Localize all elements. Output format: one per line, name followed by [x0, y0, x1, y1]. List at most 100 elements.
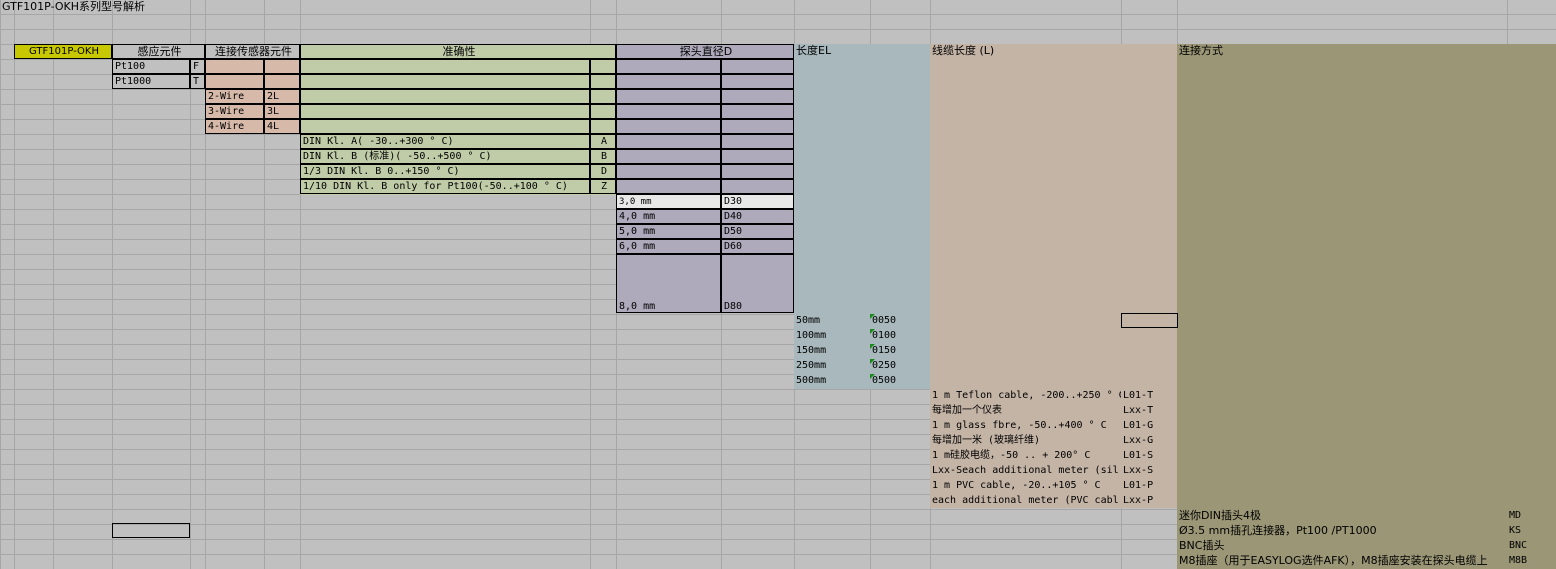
- cable-code[interactable]: L01-P: [1121, 479, 1177, 494]
- diameter-empty[interactable]: [721, 164, 794, 179]
- accuracy-empty[interactable]: [300, 104, 590, 119]
- cable-name[interactable]: 1 m PVC cable, -20..+105 ° C: [930, 479, 1121, 494]
- accuracy-empty[interactable]: [300, 119, 590, 134]
- accuracy-code[interactable]: B: [590, 149, 616, 164]
- accuracy-empty[interactable]: [590, 74, 616, 89]
- cable-name[interactable]: 1 m Teflon cable, -200..+250 ° C: [930, 389, 1121, 404]
- cable-name[interactable]: 每增加一米 (玻璃纤维): [930, 434, 1121, 449]
- accuracy-name[interactable]: 1/10 DIN Kl. B only for Pt100(-50..+100 …: [300, 179, 590, 194]
- diameter-name[interactable]: 4,0 mm: [616, 209, 721, 224]
- wire-code[interactable]: 3L: [264, 104, 300, 119]
- connection-code[interactable]: BNC: [1507, 539, 1556, 554]
- sheet-title[interactable]: GTF101P-OKH系列型号解析: [0, 0, 400, 14]
- diameter-empty[interactable]: [616, 74, 721, 89]
- length-name[interactable]: 50mm: [794, 314, 870, 329]
- accuracy-code[interactable]: D: [590, 164, 616, 179]
- diameter-name[interactable]: 3,0 mm: [616, 194, 721, 209]
- length-name[interactable]: 150mm: [794, 344, 870, 359]
- wire-empty[interactable]: [264, 59, 300, 74]
- length-name[interactable]: 500mm: [794, 374, 870, 389]
- diameter-empty[interactable]: [616, 89, 721, 104]
- cable-name[interactable]: 1 m glass fbre, -50..+400 ° C: [930, 419, 1121, 434]
- sensor-name[interactable]: Pt1000: [112, 74, 190, 89]
- connection-name[interactable]: 迷你DIN插头4极: [1177, 509, 1507, 524]
- wire-name[interactable]: 4-Wire: [205, 119, 264, 134]
- accuracy-name[interactable]: DIN Kl. B (标准)( -50..+500 ° C): [300, 149, 590, 164]
- connection-code[interactable]: M8B: [1507, 554, 1556, 569]
- length-code[interactable]: 0250: [870, 359, 930, 374]
- cable-code[interactable]: L01-T: [1121, 389, 1177, 404]
- header-wire[interactable]: 连接传感器元件: [205, 44, 300, 59]
- accuracy-empty[interactable]: [590, 119, 616, 134]
- diameter-empty[interactable]: [616, 149, 721, 164]
- length-name[interactable]: 100mm: [794, 329, 870, 344]
- selected-cell[interactable]: [1121, 313, 1178, 328]
- length-code[interactable]: 0100: [870, 329, 930, 344]
- diameter-empty[interactable]: [616, 164, 721, 179]
- diameter-code[interactable]: D50: [721, 224, 794, 239]
- header-cable[interactable]: 线缆长度 (L): [930, 44, 1177, 59]
- diameter-code[interactable]: D30: [721, 194, 794, 209]
- header-diameter[interactable]: 探头直径D: [616, 44, 794, 59]
- wire-empty[interactable]: [205, 74, 264, 89]
- accuracy-empty[interactable]: [300, 59, 590, 74]
- cable-name[interactable]: 1 m硅胶电缆，-50 .. + 200° C: [930, 449, 1121, 464]
- accuracy-code[interactable]: Z: [590, 179, 616, 194]
- diameter-name[interactable]: 5,0 mm: [616, 224, 721, 239]
- accuracy-name[interactable]: DIN Kl. A( -30..+300 ° C): [300, 134, 590, 149]
- length-code[interactable]: 0150: [870, 344, 930, 359]
- selected-cell[interactable]: [112, 523, 190, 538]
- diameter-empty[interactable]: [721, 134, 794, 149]
- wire-code[interactable]: 4L: [264, 119, 300, 134]
- sensor-code[interactable]: T: [190, 74, 205, 89]
- diameter-empty[interactable]: [616, 59, 721, 74]
- wire-empty[interactable]: [264, 74, 300, 89]
- diameter-empty[interactable]: [616, 119, 721, 134]
- cable-code[interactable]: Lxx-S: [1121, 464, 1177, 479]
- accuracy-empty[interactable]: [300, 89, 590, 104]
- cable-name[interactable]: 每增加一个仪表: [930, 404, 1121, 419]
- diameter-empty[interactable]: [616, 179, 721, 194]
- diameter-name[interactable]: 6,0 mm: [616, 239, 721, 254]
- cable-code[interactable]: Lxx-T: [1121, 404, 1177, 419]
- diameter-empty[interactable]: [616, 134, 721, 149]
- wire-empty[interactable]: [205, 59, 264, 74]
- cable-code[interactable]: Lxx-G: [1121, 434, 1177, 449]
- header-sensor[interactable]: 感应元件: [112, 44, 205, 59]
- diameter-code[interactable]: D40: [721, 209, 794, 224]
- connection-block[interactable]: [1177, 44, 1556, 569]
- connection-code[interactable]: KS: [1507, 524, 1556, 539]
- wire-name[interactable]: 2-Wire: [205, 89, 264, 104]
- length-code[interactable]: 0500: [870, 374, 930, 389]
- diameter-empty[interactable]: [721, 89, 794, 104]
- header-model[interactable]: GTF101P-OKH: [14, 44, 112, 59]
- length-name[interactable]: 250mm: [794, 359, 870, 374]
- diameter-empty[interactable]: [721, 179, 794, 194]
- accuracy-empty[interactable]: [590, 59, 616, 74]
- sensor-code[interactable]: F: [190, 59, 205, 74]
- length-code[interactable]: 0050: [870, 314, 930, 329]
- diameter-empty[interactable]: [616, 104, 721, 119]
- accuracy-name[interactable]: 1/3 DIN Kl. B 0..+150 ° C): [300, 164, 590, 179]
- accuracy-code[interactable]: A: [590, 134, 616, 149]
- cable-code[interactable]: L01-G: [1121, 419, 1177, 434]
- diameter-empty[interactable]: [721, 59, 794, 74]
- connection-name[interactable]: BNC插头: [1177, 539, 1507, 554]
- sensor-name[interactable]: Pt100: [112, 59, 190, 74]
- diameter-name[interactable]: 8,0 mm: [616, 254, 721, 313]
- diameter-empty[interactable]: [721, 74, 794, 89]
- diameter-empty[interactable]: [721, 149, 794, 164]
- cable-name[interactable]: Lxx-Seach additional meter (sil: [930, 464, 1121, 479]
- accuracy-empty[interactable]: [590, 104, 616, 119]
- header-connection[interactable]: 连接方式: [1177, 44, 1556, 59]
- diameter-code[interactable]: D80: [721, 254, 794, 313]
- connection-name[interactable]: M8插座（用于EASYLOG选件AFK），M8插座安装在探头电缆上: [1177, 554, 1507, 569]
- cable-code[interactable]: L01-S: [1121, 449, 1177, 464]
- accuracy-empty[interactable]: [300, 74, 590, 89]
- diameter-empty[interactable]: [721, 119, 794, 134]
- header-length[interactable]: 长度EL: [794, 44, 930, 59]
- accuracy-empty[interactable]: [590, 89, 616, 104]
- cable-name[interactable]: each additional meter (PVC cabl: [930, 494, 1121, 509]
- diameter-code[interactable]: D60: [721, 239, 794, 254]
- wire-name[interactable]: 3-Wire: [205, 104, 264, 119]
